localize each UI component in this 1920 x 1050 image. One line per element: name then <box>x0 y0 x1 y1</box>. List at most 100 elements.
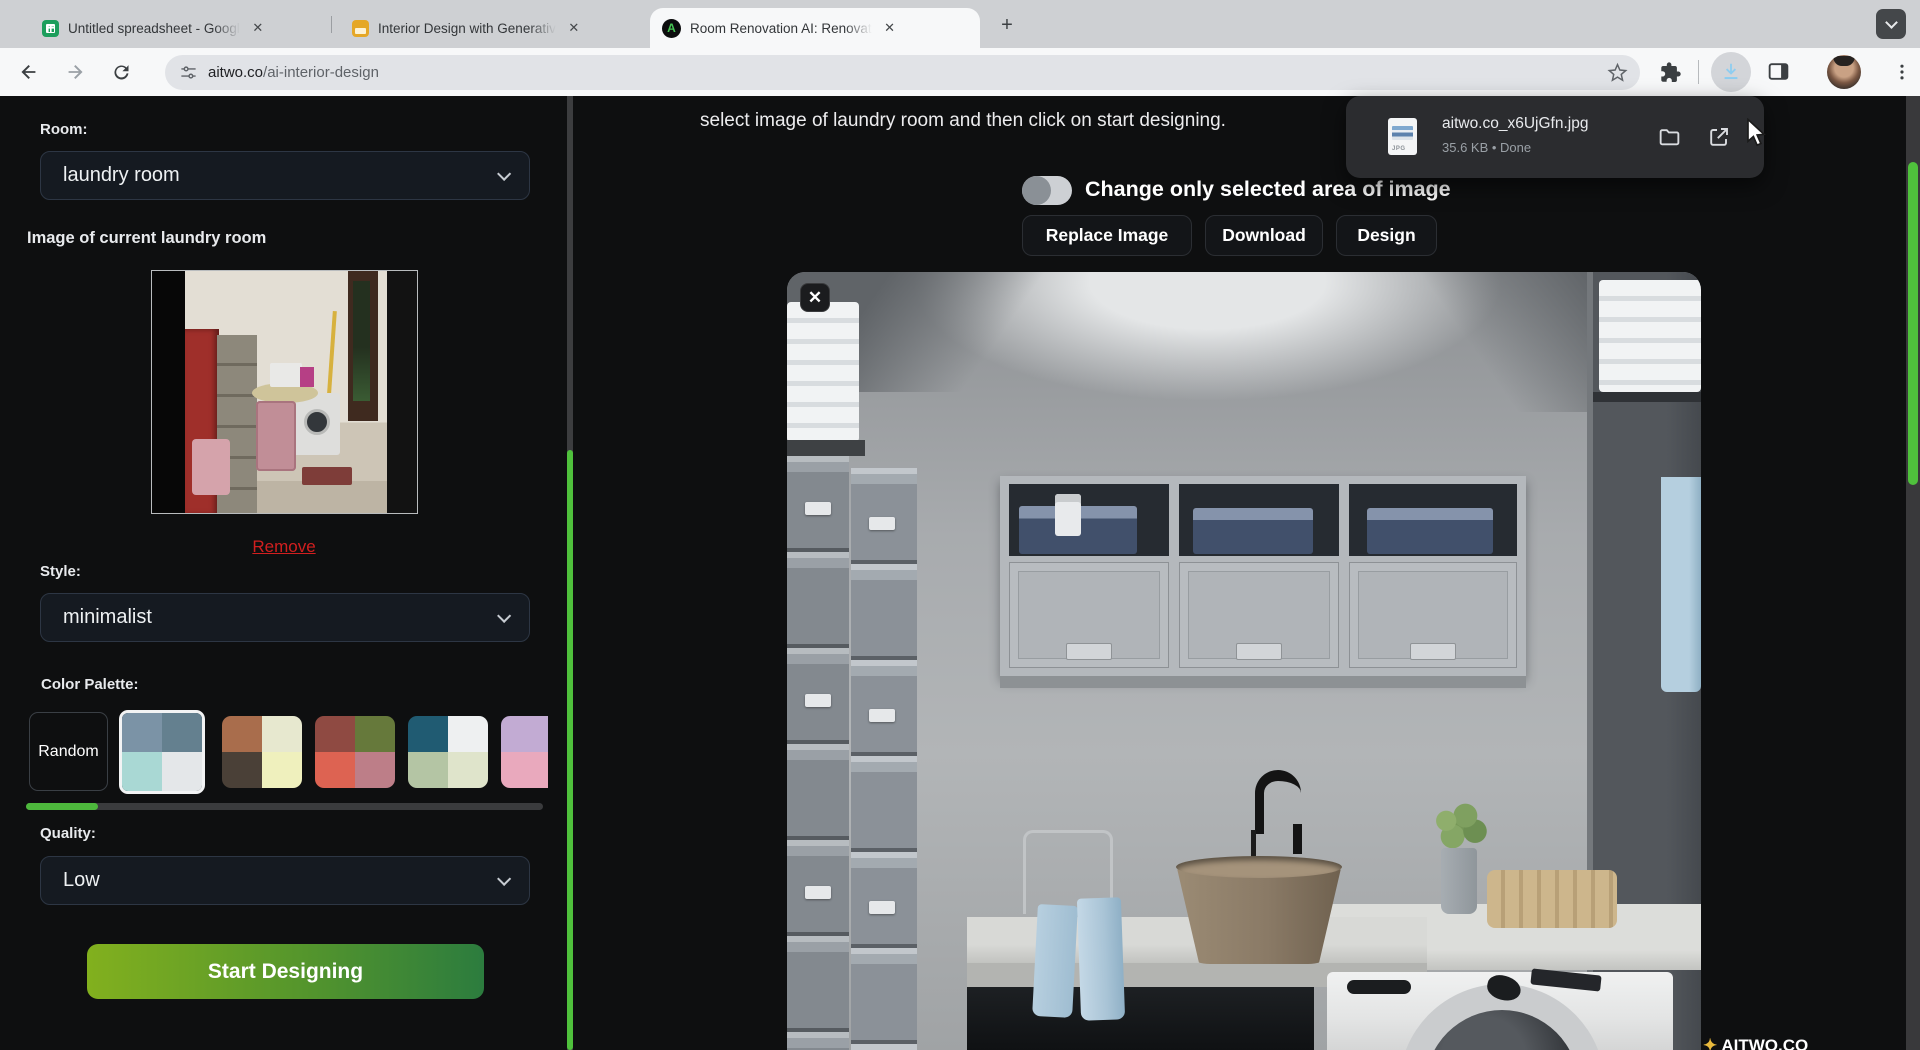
bookmark-star-icon[interactable] <box>1607 62 1628 83</box>
open-in-new-icon <box>1707 125 1731 149</box>
palette-swatch[interactable] <box>222 716 302 788</box>
sidebar-scrollbar-thumb[interactable] <box>567 450 573 1050</box>
result-image[interactable]: ✕ <box>787 272 1701 1050</box>
amber-doc-icon <box>352 20 369 37</box>
room-label: Room: <box>40 121 88 138</box>
mouse-cursor <box>1746 118 1768 148</box>
palette-color <box>408 752 448 788</box>
palette-color <box>162 713 202 752</box>
downloads-button[interactable] <box>1711 52 1751 92</box>
palette-row: Random <box>29 708 548 798</box>
art-door-pull <box>1410 643 1456 660</box>
thumb-basket <box>256 401 296 471</box>
replace-image-button[interactable]: Replace Image <box>1022 215 1192 256</box>
palette-color <box>315 716 355 752</box>
open-file-button[interactable] <box>1704 122 1734 152</box>
google-sheets-icon <box>42 20 59 37</box>
chevron-down-icon <box>497 166 511 180</box>
art-storage-bin <box>1193 508 1313 554</box>
palette-color <box>355 716 395 752</box>
site-settings-icon <box>179 63 198 82</box>
page-scrollbar[interactable] <box>1906 96 1920 1050</box>
art-right-hanging-towel <box>1661 477 1701 692</box>
toggle-knob[interactable] <box>1022 176 1051 205</box>
current-room-thumbnail[interactable] <box>151 270 418 514</box>
palette-swatch[interactable] <box>408 716 488 788</box>
tab-interior-design[interactable]: Interior Design with Generativ ✕ <box>340 8 635 48</box>
palette-color <box>222 716 262 752</box>
page-scrollbar-thumb[interactable] <box>1908 162 1918 485</box>
current-image-label: Image of current laundry room <box>27 229 266 248</box>
image-close-button[interactable]: ✕ <box>800 283 830 312</box>
thumb-basket-2 <box>192 439 230 495</box>
tab-title: Room Renovation AI: Renovat <box>690 21 872 36</box>
back-button[interactable] <box>12 55 46 89</box>
profile-avatar[interactable] <box>1827 55 1861 89</box>
download-button[interactable]: Download <box>1205 215 1323 256</box>
show-in-folder-button[interactable] <box>1654 122 1684 152</box>
palette-color <box>262 752 302 788</box>
room-select[interactable]: laundry room <box>40 151 530 200</box>
design-button[interactable]: Design <box>1336 215 1437 256</box>
spark-icon: ✦ <box>1703 1036 1717 1050</box>
style-select[interactable]: minimalist <box>40 593 530 642</box>
url-domain: aitwo.co <box>208 64 263 81</box>
folder-icon <box>1657 125 1682 150</box>
start-designing-button[interactable]: Start Designing <box>87 944 484 999</box>
reload-icon <box>111 62 132 83</box>
palette-color <box>222 752 262 788</box>
thumb-letterbox-left <box>152 271 185 514</box>
palette-scrollbar-thumb[interactable] <box>26 803 98 810</box>
art-locker-label <box>869 709 895 722</box>
palette-swatch[interactable] <box>501 716 548 788</box>
palette-swatch[interactable] <box>315 716 395 788</box>
art-storage-bin <box>1367 508 1493 554</box>
thumb-mat <box>302 467 352 485</box>
forward-button[interactable] <box>58 55 92 89</box>
jpg-file-icon: JPG <box>1388 118 1417 155</box>
art-door-pull <box>1236 643 1282 660</box>
extensions-button[interactable] <box>1658 60 1682 89</box>
quality-select-value: Low <box>63 869 100 892</box>
new-tab-button[interactable]: + <box>994 12 1020 38</box>
palette-color <box>501 752 541 788</box>
palette-color <box>408 716 448 752</box>
download-bubble[interactable]: JPG aitwo.co_x6UjGfn.jpg 35.6 KB • Done <box>1346 96 1764 178</box>
puzzle-icon <box>1658 60 1682 84</box>
art-right-shelf <box>1593 392 1701 402</box>
selected-area-toggle[interactable] <box>1022 176 1072 205</box>
art-locker-label <box>869 901 895 914</box>
page-content: Room: laundry room Image of current laun… <box>0 96 1920 1050</box>
thumb-window-glass <box>353 281 370 401</box>
room-select-value: laundry room <box>63 164 180 187</box>
quality-select[interactable]: Low <box>40 856 530 905</box>
art-blue-towel <box>1032 904 1078 1018</box>
art-locker-label <box>805 694 831 707</box>
download-icon <box>1720 61 1742 83</box>
back-arrow-icon <box>18 61 40 83</box>
tab-close-icon[interactable]: ✕ <box>881 19 899 37</box>
palette-swatch-selected[interactable] <box>119 710 205 794</box>
palette-color <box>162 752 202 791</box>
tab-close-icon[interactable]: ✕ <box>249 19 267 37</box>
art-vessel-sink <box>1176 864 1342 964</box>
art-right-towels <box>1599 280 1701 392</box>
reload-button[interactable] <box>104 55 138 89</box>
kebab-menu-icon <box>1892 62 1912 82</box>
side-panel-button[interactable] <box>1766 59 1791 89</box>
tab-search-button[interactable] <box>1876 9 1906 39</box>
palette-color <box>355 752 395 788</box>
url-bar[interactable]: aitwo.co/ai-interior-design <box>165 55 1640 90</box>
url-text[interactable]: aitwo.co/ai-interior-design <box>208 64 1607 81</box>
tab-close-icon[interactable]: ✕ <box>565 19 583 37</box>
palette-scrollbar[interactable] <box>26 803 543 810</box>
tab-room-renovation-active[interactable]: A Room Renovation AI: Renovat ✕ <box>650 8 980 48</box>
tab-google-sheets[interactable]: Untitled spreadsheet - Googl ✕ <box>30 8 325 48</box>
browser-toolbar: aitwo.co/ai-interior-design <box>0 48 1920 96</box>
side-panel-icon <box>1766 59 1791 84</box>
palette-random-button[interactable]: Random <box>29 712 108 791</box>
sidebar-scrollbar[interactable] <box>567 96 573 1050</box>
remove-image-link[interactable]: Remove <box>0 537 568 557</box>
forward-arrow-icon <box>64 61 86 83</box>
browser-menu-button[interactable] <box>1888 58 1916 86</box>
